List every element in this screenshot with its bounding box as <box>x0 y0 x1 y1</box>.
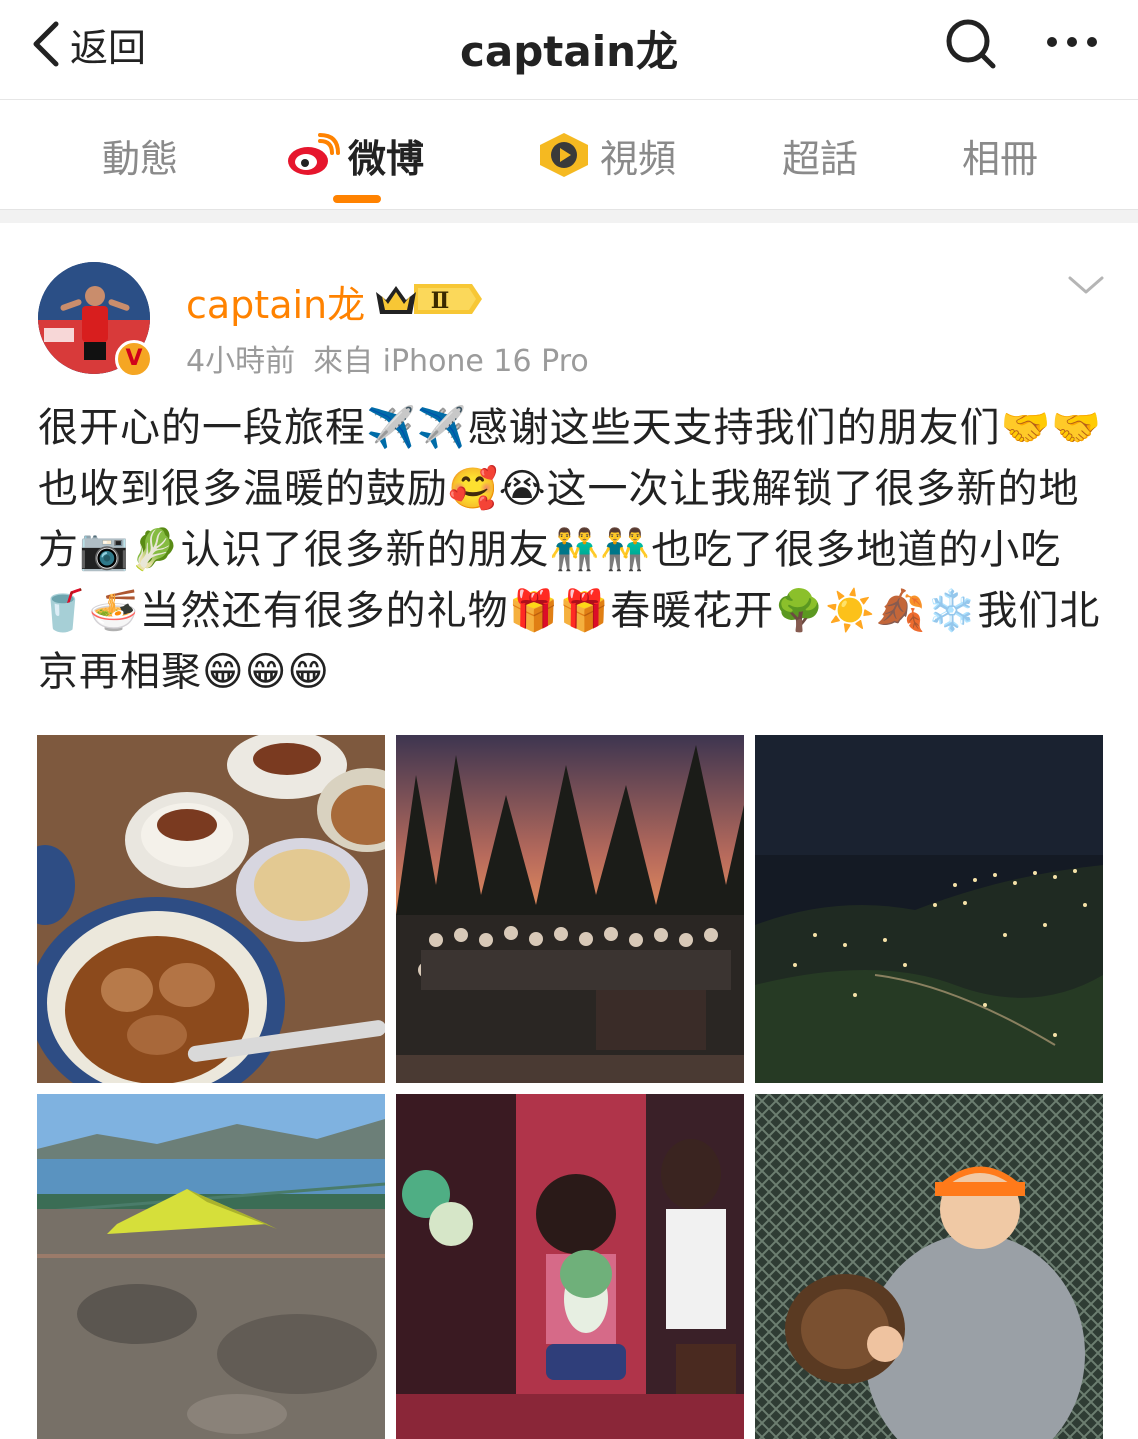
post-image-baseball[interactable] <box>755 1094 1103 1439</box>
tab-video[interactable]: 視頻 <box>536 125 676 185</box>
verified-badge: V <box>115 340 153 378</box>
tab-label: 微博 <box>348 136 425 181</box>
post-image-food[interactable] <box>37 735 385 1083</box>
badge-level: Ⅱ <box>431 288 450 314</box>
weibo-logo-icon <box>288 133 340 175</box>
post-text: 很开心的一段旅程✈️✈️感谢这些天支持我们的朋友们🤝🤝也收到很多温暖的鼓励🥰😭这… <box>38 405 1103 695</box>
tab-super-topic[interactable]: 超話 <box>782 125 858 185</box>
tab-label: 超話 <box>782 136 859 181</box>
post-meta: 4小時前 來自 iPhone 16 Pro <box>186 336 589 380</box>
tab-label: 相冊 <box>962 136 1039 181</box>
author-name[interactable]: captain龙 <box>186 274 365 329</box>
search-icon[interactable] <box>940 14 1000 74</box>
profile-tabs: 動態 微博 視頻 超話 相冊 <box>0 101 1138 209</box>
top-nav-bar: 返回 captain龙 <box>0 0 1138 100</box>
vip-crown-badge-icon[interactable]: Ⅱ <box>374 278 484 320</box>
tab-label: 動態 <box>102 136 179 181</box>
tab-dynamics[interactable]: 動態 <box>102 125 178 185</box>
chevron-down-icon[interactable] <box>1066 270 1106 300</box>
video-play-icon <box>540 133 588 177</box>
post-source: 來自 iPhone 16 Pro <box>313 344 589 379</box>
post-image-city-night[interactable] <box>755 735 1103 1083</box>
more-options-icon[interactable] <box>1040 20 1104 64</box>
post-image-lake[interactable] <box>37 1094 385 1439</box>
tab-weibo[interactable]: 微博 <box>284 125 424 185</box>
section-divider <box>0 209 1138 223</box>
post-image-group[interactable] <box>396 735 744 1083</box>
post-image-jade-cabbage[interactable] <box>396 1094 744 1439</box>
tab-album[interactable]: 相冊 <box>962 125 1038 185</box>
active-tab-indicator <box>333 195 381 203</box>
tab-label: 視頻 <box>600 136 677 181</box>
post-time: 4小時前 <box>186 344 296 379</box>
